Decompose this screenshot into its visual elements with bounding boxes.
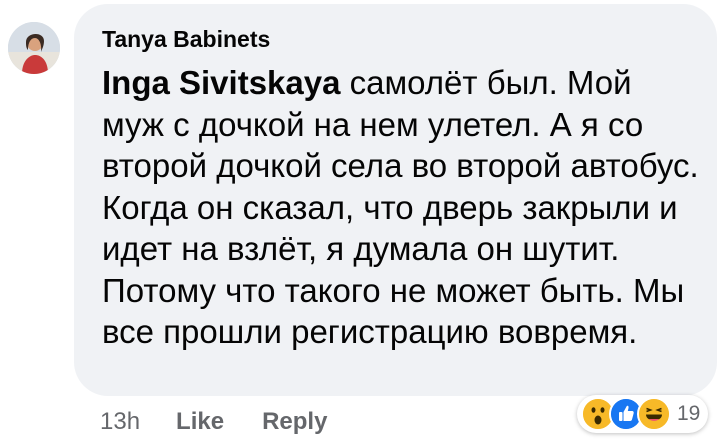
like-button[interactable]: Like — [176, 408, 224, 436]
haha-reaction-icon — [637, 397, 671, 431]
avatar[interactable] — [8, 22, 60, 74]
comment-author[interactable]: Tanya Babinets — [102, 26, 270, 53]
avatar-photo — [8, 22, 60, 74]
mention-link[interactable]: Inga Sivitskaya — [102, 64, 340, 101]
reactions-summary[interactable]: 19 — [577, 395, 709, 433]
comment: Tanya Babinets Inga Sivitskaya самолёт б… — [0, 0, 725, 447]
reply-button[interactable]: Reply — [262, 408, 327, 436]
comment-text: Inga Sivitskaya самолёт был. Мой муж с д… — [102, 62, 702, 353]
reaction-count: 19 — [677, 402, 701, 425]
comment-timestamp[interactable]: 13h — [100, 408, 140, 436]
comment-bubble: Tanya Babinets Inga Sivitskaya самолёт б… — [74, 4, 717, 396]
comment-body: самолёт был. Мой муж с дочкой на нем уле… — [102, 64, 699, 350]
comment-actions: 13h Like Reply — [100, 408, 365, 436]
